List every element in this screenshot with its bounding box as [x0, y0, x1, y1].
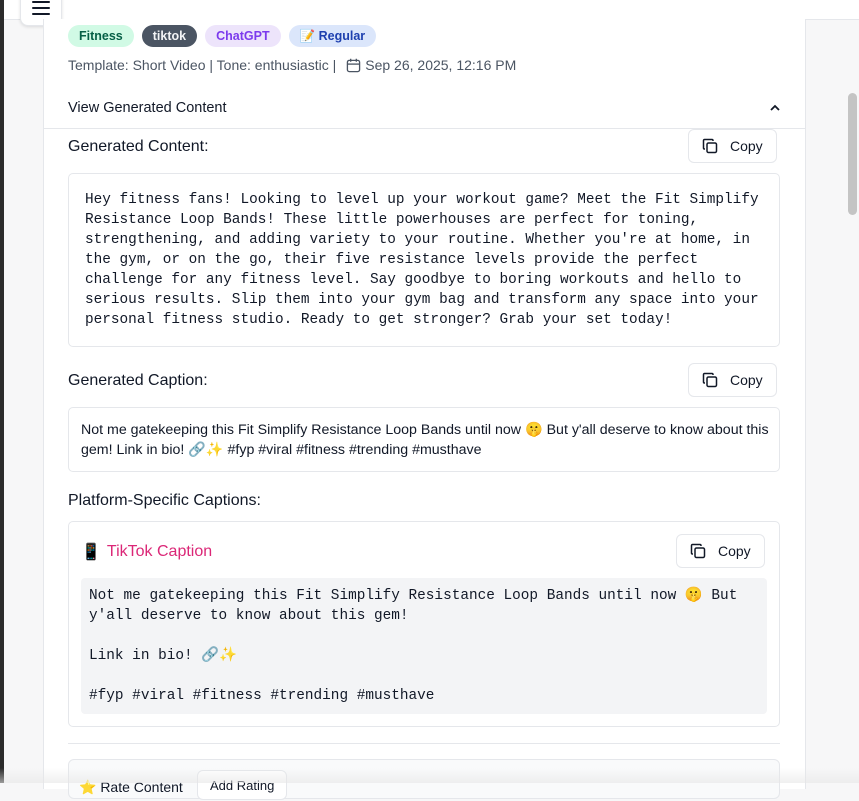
- calendar-icon: [346, 58, 361, 73]
- scrollbar-thumb[interactable]: [848, 93, 857, 215]
- generated-caption-title: Generated Caption:: [68, 372, 208, 389]
- chevron-up-icon: [770, 104, 780, 111]
- content-card: Fitness tiktok ChatGPT 📝 Regular Templat…: [43, 19, 806, 800]
- tag-platform: tiktok: [141, 25, 198, 47]
- generated-content-text: Hey fitness fans! Looking to level up yo…: [85, 192, 768, 328]
- generated-content-box: Hey fitness fans! Looking to level up yo…: [68, 173, 780, 347]
- generated-caption-text: Not me gatekeeping this Fit Simplify Res…: [81, 422, 769, 458]
- date-text: Sep 26, 2025, 12:16 PM: [365, 57, 517, 73]
- platform-captions-title: Platform-Specific Captions:: [68, 492, 261, 509]
- hamburger-icon: [32, 1, 50, 15]
- bottom-fade: [0, 768, 859, 783]
- copy-icon: [690, 543, 706, 559]
- tag-list: Fitness tiktok ChatGPT 📝 Regular: [68, 25, 377, 47]
- tiktok-caption-text: Not me gatekeeping this Fit Simplify Res…: [89, 588, 738, 704]
- copy-tiktok-caption-button[interactable]: Copy: [676, 534, 765, 568]
- phone-icon: 📱: [81, 544, 101, 561]
- template-tone-text: Template: Short Video | Tone: enthusiast…: [68, 57, 337, 73]
- tiktok-caption-card: 📱 TikTok Caption Copy Not me gatekeeping…: [68, 521, 780, 727]
- tiktok-caption-title: TikTok Caption: [106, 543, 213, 560]
- tag-type: 📝 Regular: [288, 25, 377, 47]
- tag-model: ChatGPT: [205, 25, 281, 47]
- copy-label: Copy: [730, 372, 763, 388]
- tag-fitness: Fitness: [68, 25, 134, 47]
- top-bar: [4, 0, 859, 20]
- window-edge: [0, 0, 4, 783]
- section-divider: [68, 743, 780, 744]
- generated-content-title: Generated Content:: [68, 138, 209, 155]
- view-toggle-label: View Generated Content: [68, 100, 227, 116]
- copy-icon: [702, 372, 718, 388]
- copy-caption-button[interactable]: Copy: [688, 363, 777, 397]
- tiktok-caption-header: 📱 TikTok Caption: [81, 542, 212, 562]
- copy-label: Copy: [730, 138, 763, 154]
- content-meta: Template: Short Video | Tone: enthusiast…: [68, 57, 516, 73]
- copy-label: Copy: [718, 543, 751, 559]
- copy-icon: [702, 138, 718, 154]
- tiktok-caption-body: Not me gatekeeping this Fit Simplify Res…: [81, 578, 767, 714]
- generated-caption-box: Not me gatekeeping this Fit Simplify Res…: [68, 407, 780, 472]
- copy-content-button[interactable]: Copy: [688, 129, 777, 163]
- view-generated-content-toggle[interactable]: View Generated Content: [44, 89, 805, 129]
